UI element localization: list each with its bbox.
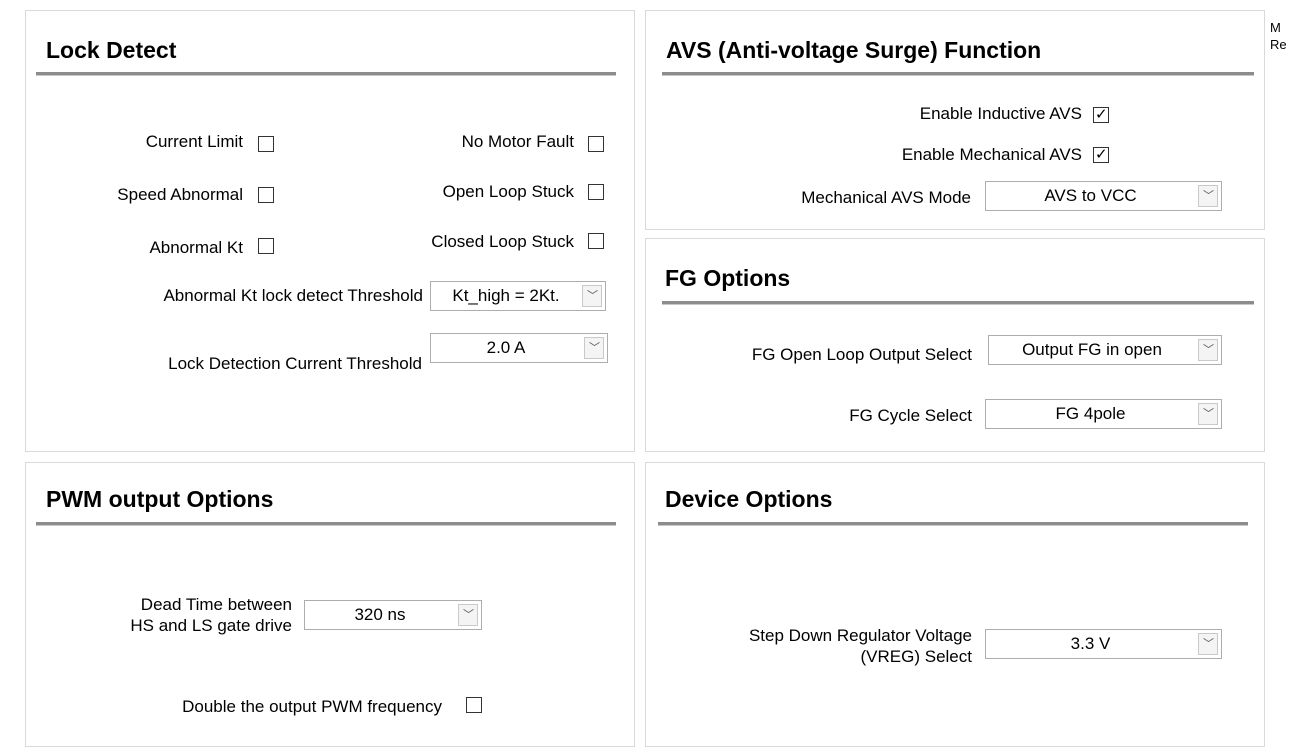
closed-loop-stuck-checkbox[interactable] — [588, 233, 604, 249]
fg-options-title: FG Options — [665, 265, 791, 291]
current-limit-checkbox[interactable] — [258, 136, 274, 152]
clipped-label-line2: Re — [1270, 37, 1287, 52]
fg-open-loop-value: Output FG in open — [1022, 340, 1162, 359]
lock-detect-divider — [36, 72, 616, 76]
chevron-down-icon[interactable]: ﹀ — [458, 604, 478, 626]
device-options-title: Device Options — [665, 486, 833, 512]
vreg-select[interactable]: 3.3 V ﹀ — [985, 629, 1222, 659]
double-pwm-freq-label: Double the output PWM frequency — [182, 697, 442, 716]
vreg-label-line1: Step Down Regulator Voltage — [748, 626, 972, 645]
fg-cycle-select[interactable]: FG 4pole ﹀ — [985, 399, 1222, 429]
fg-cycle-label: FG Cycle Select — [849, 406, 972, 425]
enable-inductive-avs-checkbox[interactable]: ✓ — [1093, 105, 1109, 123]
vreg-value: 3.3 V — [1070, 634, 1111, 653]
abnormal-kt-label: Abnormal Kt — [149, 238, 243, 257]
chevron-down-icon[interactable]: ﹀ — [1198, 633, 1218, 655]
check-mark-icon: ✓ — [1095, 105, 1108, 123]
enable-mechanical-avs-checkbox[interactable]: ✓ — [1093, 145, 1109, 163]
fg-cycle-value: FG 4pole — [1055, 404, 1126, 423]
closed-loop-stuck-label: Closed Loop Stuck — [431, 232, 574, 251]
current-threshold-value: 2.0 A — [486, 338, 526, 357]
abnormal-kt-checkbox[interactable] — [258, 238, 274, 254]
mechanical-avs-mode-select[interactable]: AVS to VCC ﹀ — [985, 181, 1222, 211]
chevron-down-icon[interactable]: ﹀ — [584, 337, 604, 359]
lock-detect-title: Lock Detect — [46, 37, 177, 63]
vreg-label-line2: (VREG) Select — [860, 647, 972, 666]
speed-abnormal-label: Speed Abnormal — [117, 185, 243, 204]
dead-time-label: Dead Time between HS and LS gate drive — [130, 594, 292, 636]
no-motor-fault-checkbox[interactable] — [588, 136, 604, 152]
speed-abnormal-checkbox[interactable] — [258, 187, 274, 203]
chevron-down-icon[interactable]: ﹀ — [582, 285, 602, 307]
vreg-label: Step Down Regulator Voltage (VREG) Selec… — [749, 625, 972, 667]
clipped-label-line1: M — [1270, 20, 1281, 35]
no-motor-fault-label: No Motor Fault — [461, 132, 574, 151]
double-pwm-freq-checkbox[interactable] — [466, 697, 482, 713]
mechanical-avs-mode-label: Mechanical AVS Mode — [801, 188, 971, 207]
enable-inductive-avs-label: Enable Inductive AVS — [919, 104, 1082, 123]
dead-time-value: 320 ns — [354, 605, 406, 624]
fg-open-loop-label: FG Open Loop Output Select — [751, 345, 972, 364]
chevron-down-icon[interactable]: ﹀ — [1198, 403, 1218, 425]
mechanical-avs-mode-value: AVS to VCC — [1044, 186, 1137, 205]
device-options-divider — [658, 522, 1248, 526]
chevron-down-icon[interactable]: ﹀ — [1198, 339, 1218, 361]
kt-threshold-label: Abnormal Kt lock detect Threshold — [163, 286, 423, 305]
kt-threshold-select[interactable]: Kt_high = 2Kt. ﹀ — [430, 281, 606, 311]
open-loop-stuck-checkbox[interactable] — [588, 184, 604, 200]
current-threshold-select[interactable]: 2.0 A ﹀ — [430, 333, 608, 363]
check-mark-icon: ✓ — [1095, 145, 1108, 163]
lock-detect-panel — [25, 10, 635, 452]
avs-divider — [662, 72, 1254, 76]
dead-time-select[interactable]: 320 ns ﹀ — [304, 600, 482, 630]
avs-title: AVS (Anti-voltage Surge) Function — [666, 37, 1042, 63]
open-loop-stuck-label: Open Loop Stuck — [442, 182, 574, 201]
fg-open-loop-select[interactable]: Output FG in open ﹀ — [988, 335, 1222, 365]
current-threshold-label: Lock Detection Current Threshold — [168, 354, 422, 373]
enable-mechanical-avs-label: Enable Mechanical AVS — [901, 145, 1082, 164]
kt-threshold-value: Kt_high = 2Kt. — [452, 286, 560, 305]
dead-time-label-line1: Dead Time between — [140, 595, 292, 614]
pwm-options-title: PWM output Options — [46, 486, 274, 512]
pwm-options-divider — [36, 522, 616, 526]
chevron-down-icon[interactable]: ﹀ — [1198, 185, 1218, 207]
dead-time-label-line2: HS and LS gate drive — [130, 616, 292, 635]
fg-options-divider — [662, 301, 1254, 305]
current-limit-label: Current Limit — [145, 132, 243, 151]
